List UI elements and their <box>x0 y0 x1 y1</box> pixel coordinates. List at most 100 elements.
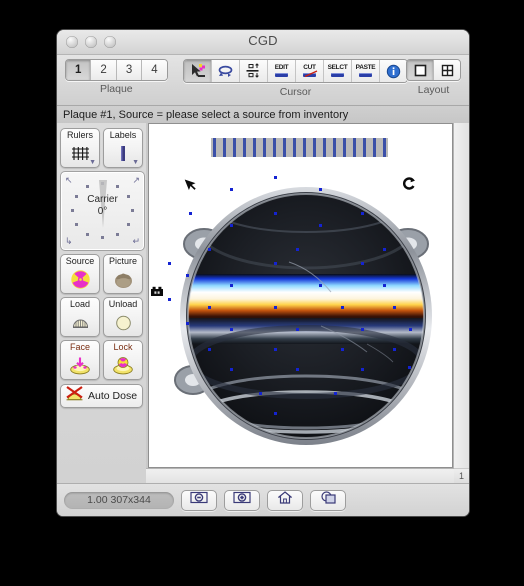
marker-dot <box>341 348 344 351</box>
cut-strike-icon <box>304 70 318 78</box>
ruler-tick <box>283 138 286 157</box>
select-icon[interactable]: SELCT <box>323 60 351 82</box>
layout-group: Layout <box>406 59 461 96</box>
marker-dot <box>168 298 171 301</box>
unload-button[interactable]: Unload <box>103 297 143 337</box>
plaque-button-2[interactable]: 2 <box>90 60 116 80</box>
marker-dot <box>361 262 364 265</box>
face-dish-icon <box>69 352 91 379</box>
layout-four-pane-icon[interactable] <box>433 60 460 80</box>
plaque-photograph <box>168 166 441 456</box>
paste-icon-bar <box>358 73 372 77</box>
tool-sidebar: Rulers ▼ Labels ▼ Carrier 0° ↖ ↗ ↳ ↵ Sou… <box>57 123 146 484</box>
select-icon-bar <box>331 73 344 77</box>
ruler-tick <box>373 138 376 157</box>
cursor-toolbar[interactable]: EDIT CUT SELCT PASTE <box>183 59 408 83</box>
select-arrow-icon[interactable] <box>184 60 211 82</box>
ruler-tick <box>293 138 296 157</box>
marker-dot <box>274 212 277 215</box>
marker-dot <box>393 348 396 351</box>
plaque-group: 1 2 3 4 Plaque <box>65 59 168 95</box>
paste-icon[interactable]: PASTE <box>351 60 379 82</box>
rulers-chevron-down-icon[interactable]: ▼ <box>89 159 96 166</box>
cursor-group: EDIT CUT SELCT PASTE Cursor <box>183 59 408 98</box>
load-label: Load <box>69 299 91 309</box>
align-distribute-icon[interactable] <box>239 60 267 82</box>
ruler-tick <box>383 138 386 157</box>
source-label: Source <box>65 256 95 266</box>
load-button[interactable]: Load <box>60 297 100 337</box>
layout-segmented-control[interactable] <box>406 59 461 81</box>
home-icon <box>277 491 293 509</box>
marker-dot <box>189 212 192 215</box>
carrier-angle: 0° <box>97 206 108 217</box>
marker-dot <box>186 322 189 325</box>
duplicate-button[interactable] <box>310 489 346 511</box>
face-button[interactable]: Face <box>60 340 100 380</box>
marker-dot <box>208 248 211 251</box>
carrier-arrow-top-right-icon[interactable]: ↗ <box>132 176 140 185</box>
marker-dot <box>274 412 277 415</box>
auto-dose-label: Auto Dose <box>88 390 138 402</box>
rotate-icon[interactable] <box>211 60 239 82</box>
lock-label: Lock <box>113 342 133 352</box>
carrier-arrow-bottom-right-icon[interactable]: ↵ <box>132 237 140 246</box>
rotate-cursor <box>402 176 416 193</box>
cgd-window: CGD 1 2 3 4 Plaque EDIT CUT SELCT PASTE … <box>57 30 469 516</box>
unload-label: Unload <box>108 299 138 309</box>
bottom-status-bar: 1.00 307x344 <box>57 483 469 516</box>
plaque-segmented-control[interactable]: 1 2 3 4 <box>65 59 168 81</box>
layout-single-pane-icon[interactable] <box>407 60 433 80</box>
auto-dose-button[interactable]: Auto Dose <box>60 384 143 408</box>
marker-dot <box>319 224 322 227</box>
marker-dot <box>168 262 171 265</box>
zoom-in-icon <box>232 491 252 509</box>
vertical-scrollbar[interactable] <box>453 123 469 468</box>
main-toolbar: 1 2 3 4 Plaque EDIT CUT SELCT PASTE Curs… <box>57 55 469 106</box>
marker-dot <box>296 248 299 251</box>
edit-icon[interactable]: EDIT <box>267 60 295 82</box>
unload-circle-icon <box>114 309 133 336</box>
plaque-button-1[interactable]: 1 <box>66 60 91 80</box>
carrier-arrow-top-left-icon[interactable]: ↖ <box>65 176 73 185</box>
plaque-canvas[interactable] <box>148 123 453 468</box>
rulers-button[interactable]: Rulers ▼ <box>60 128 100 168</box>
carrier-arrow-bottom-left-icon[interactable]: ↳ <box>65 237 73 246</box>
radioactive-trefoil-icon <box>70 266 91 293</box>
marker-dot <box>334 392 337 395</box>
edit-icon-bar <box>274 73 288 77</box>
home-button[interactable] <box>267 489 303 511</box>
marker-dot <box>361 328 364 331</box>
marker-dot <box>408 366 411 369</box>
zoom-in-button[interactable] <box>224 489 260 511</box>
label-bar-icon <box>115 140 131 167</box>
info-icon[interactable] <box>379 60 407 82</box>
load-dome-icon <box>71 309 90 336</box>
picture-button[interactable]: Picture <box>103 254 143 294</box>
source-button[interactable]: Source <box>60 254 100 294</box>
labels-chevron-down-icon[interactable]: ▼ <box>132 159 139 166</box>
face-lock-row: Face Lock <box>60 340 146 380</box>
ruler-tick <box>353 138 356 157</box>
marker-dot <box>383 284 386 287</box>
lock-button[interactable]: Lock <box>103 340 143 380</box>
zoom-info-pill[interactable]: 1.00 307x344 <box>64 491 174 509</box>
marker-dot <box>409 328 412 331</box>
plaque-button-3[interactable]: 3 <box>115 60 142 80</box>
labels-label: Labels <box>109 130 137 140</box>
ruler-tick <box>223 138 226 157</box>
ruler-tick <box>303 138 306 157</box>
plaque-button-4[interactable]: 4 <box>141 60 167 80</box>
horizontal-scrollbar[interactable] <box>146 468 454 484</box>
cut-icon[interactable]: CUT <box>295 60 323 82</box>
labels-button[interactable]: Labels ▼ <box>103 128 143 168</box>
zoom-out-button[interactable] <box>181 489 217 511</box>
source-picture-row: Source Picture <box>60 254 146 294</box>
marker-dot <box>274 306 277 309</box>
marker-dot <box>208 348 211 351</box>
carrier-dial[interactable]: Carrier 0° ↖ ↗ ↳ ↵ <box>60 171 145 251</box>
marker-dot <box>319 188 322 191</box>
face-label: Face <box>69 342 90 352</box>
ruler-tick <box>233 138 236 157</box>
ruler-tick <box>363 138 366 157</box>
